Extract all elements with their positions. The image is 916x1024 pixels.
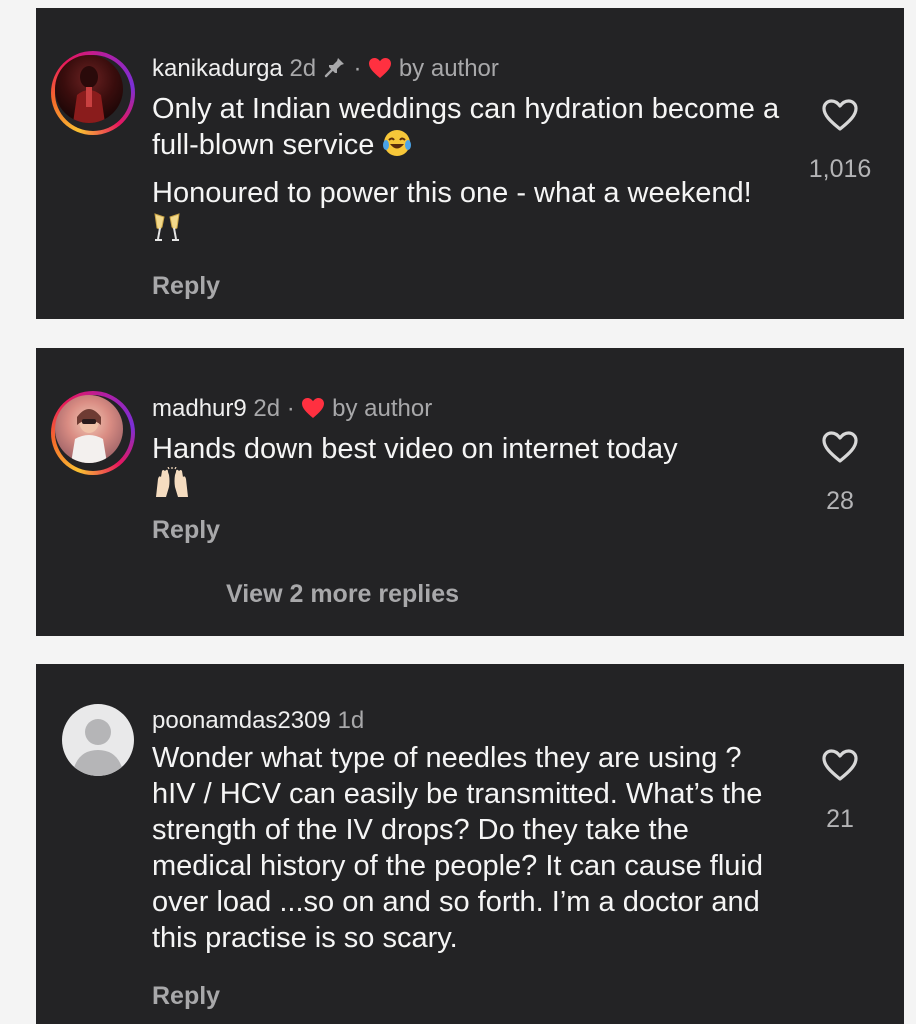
- timestamp: 2d: [289, 55, 317, 82]
- reply-button[interactable]: Reply: [152, 982, 784, 1011]
- comment-line: Hands down best video on internet today: [152, 433, 678, 465]
- clinking-glasses-icon: [152, 211, 182, 252]
- comment-meta: kanikadurga 2d · by author: [152, 54, 784, 87]
- comment-line: Wonder what type of needles they are usi…: [152, 742, 763, 954]
- author-heart-icon: [368, 57, 392, 87]
- heart-icon[interactable]: [821, 431, 859, 468]
- avatar-photo: [55, 55, 123, 123]
- heart-icon[interactable]: [821, 749, 859, 786]
- comments-page: kanikadurga 2d · by author Only at India…: [0, 0, 916, 1024]
- comment-card: kanikadurga 2d · by author Only at India…: [36, 8, 904, 319]
- raising-hands-icon: [152, 466, 192, 508]
- reply-button[interactable]: Reply: [152, 516, 784, 545]
- by-author-label: by author: [398, 55, 499, 82]
- author-heart-icon: [301, 397, 325, 427]
- comment-meta: madhur9 2d · by author: [152, 394, 784, 427]
- pin-icon: [323, 55, 347, 87]
- avatar[interactable]: [51, 391, 135, 475]
- avatar[interactable]: [62, 704, 134, 776]
- comment-meta: poonamdas2309 1d: [152, 706, 784, 736]
- like-count: 21: [826, 805, 854, 833]
- heart-icon[interactable]: [821, 99, 859, 136]
- by-author-label: by author: [332, 395, 433, 422]
- username[interactable]: kanikadurga: [152, 55, 283, 82]
- username[interactable]: poonamdas2309: [152, 707, 331, 734]
- avatar-photo: [55, 395, 123, 463]
- timestamp: 1d: [337, 707, 365, 734]
- comment-text: Only at Indian weddings can hydration be…: [152, 91, 784, 252]
- comment-text: Hands down best video on internet today: [152, 431, 784, 508]
- avatar[interactable]: [51, 51, 135, 135]
- view-more-replies-button[interactable]: View 2 more replies: [226, 580, 459, 609]
- comment-line: Only at Indian weddings can hydration be…: [152, 93, 780, 161]
- face-with-tears-of-joy-icon: [382, 128, 412, 167]
- like-control: 21: [804, 748, 876, 834]
- like-count: 1,016: [808, 155, 872, 183]
- username[interactable]: madhur9: [152, 395, 247, 422]
- like-control: 28: [804, 430, 876, 516]
- comment-card: poonamdas2309 1d Wonder what type of nee…: [36, 664, 904, 1024]
- like-control: 1,016: [804, 98, 876, 184]
- default-avatar-icon: [72, 719, 124, 776]
- comment-text: Wonder what type of needles they are usi…: [152, 740, 784, 956]
- reply-button[interactable]: Reply: [152, 272, 784, 301]
- timestamp: 2d: [253, 395, 281, 422]
- like-count: 28: [826, 487, 854, 515]
- comment-card: madhur9 2d · by author Hands down best v…: [36, 348, 904, 636]
- comment-line: Honoured to power this one - what a week…: [152, 177, 752, 209]
